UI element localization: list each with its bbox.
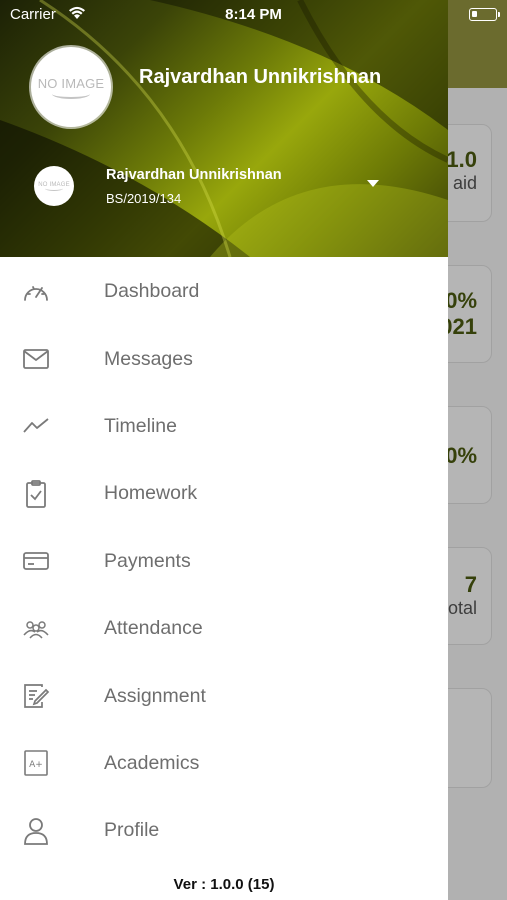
edit-note-icon (20, 680, 52, 712)
svg-text:A+: A+ (29, 760, 43, 770)
student-name[interactable]: Rajvardhan Unnikrishnan (106, 167, 282, 183)
clipboard-check-icon (20, 478, 52, 510)
menu-item-payments[interactable]: Payments (0, 528, 448, 595)
student-id: BS/2019/134 (106, 191, 182, 206)
menu-item-attendance[interactable]: Attendance (0, 595, 448, 662)
card-icon (20, 545, 52, 577)
status-bar: Carrier 8:14 PM (0, 0, 507, 30)
drawer-header: NO IMAGE Rajvardhan Unnikrishnan NO IMAG… (0, 0, 448, 257)
navigation-drawer: NO IMAGE Rajvardhan Unnikrishnan NO IMAG… (0, 0, 448, 900)
student-avatar[interactable]: NO IMAGE (34, 166, 74, 206)
profile-avatar[interactable]: NO IMAGE (31, 47, 111, 127)
group-icon (20, 613, 52, 645)
menu-item-academics[interactable]: A+ Academics (0, 730, 448, 797)
envelope-icon (20, 343, 52, 375)
user-name: Rajvardhan Unnikrishnan (139, 66, 382, 88)
menu-item-assignment[interactable]: Assignment (0, 662, 448, 729)
menu-item-profile[interactable]: Profile (0, 797, 448, 864)
menu-item-timeline[interactable]: Timeline (0, 393, 448, 460)
person-icon (20, 815, 52, 847)
trend-icon (20, 410, 52, 442)
student-switch-dropdown-icon[interactable] (367, 180, 379, 187)
menu-item-homework[interactable]: Homework (0, 460, 448, 527)
header-background-art (0, 0, 448, 257)
app-version: Ver : 1.0.0 (15) (173, 876, 275, 893)
clock: 8:14 PM (225, 6, 282, 23)
grade-icon: A+ (20, 747, 52, 779)
battery-icon (469, 8, 500, 21)
drawer-menu: Dashboard Messages Timeline Homework Pay… (0, 258, 448, 865)
menu-item-dashboard[interactable]: Dashboard (0, 258, 448, 325)
menu-item-messages[interactable]: Messages (0, 325, 448, 392)
gauge-icon (20, 276, 52, 308)
